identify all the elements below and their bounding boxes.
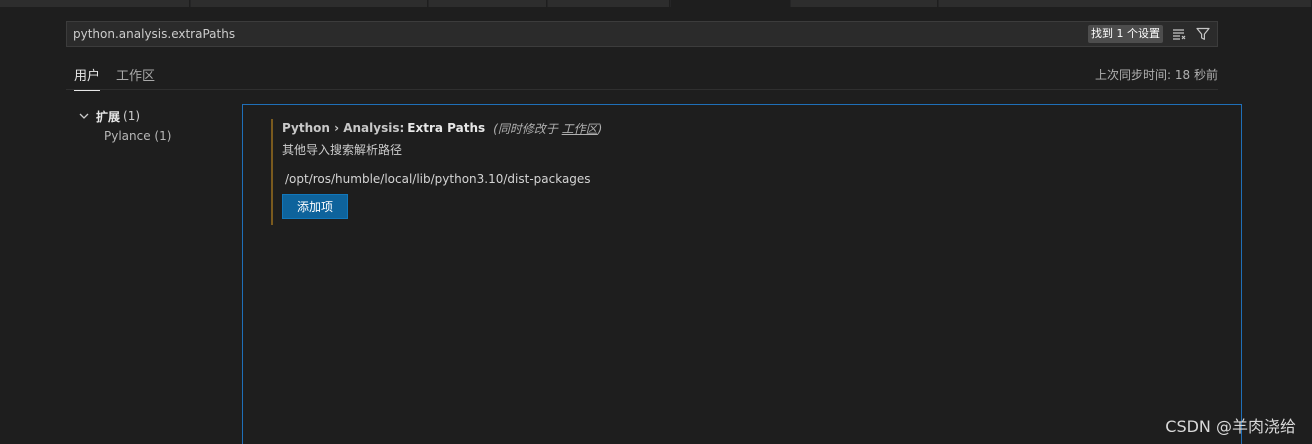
clear-filter-icon[interactable] — [1169, 24, 1189, 44]
toc-item-pylance[interactable]: Pylance (1) — [104, 126, 171, 146]
search-result-count-badge: 找到 1 个设置 — [1088, 25, 1163, 43]
modified-elsewhere-indicator: (同时修改于 工作区) — [493, 120, 602, 137]
toc-group-label: 扩展 — [96, 109, 121, 124]
editor-tab-active[interactable] — [671, 0, 790, 7]
editor-tab[interactable] — [548, 0, 670, 7]
filter-icon[interactable] — [1193, 24, 1213, 44]
setting-description: 其他导入搜索解析路径 — [282, 143, 403, 157]
editor-tab[interactable] — [791, 0, 938, 7]
toc-group-extensions[interactable]: 扩展 (1) — [78, 106, 171, 126]
settings-scope-tabs: 用户 工作区 上次同步时间: 18 秒前 — [66, 58, 1218, 91]
setting-key: Extra Paths — [407, 121, 486, 135]
tab-user[interactable]: 用户 — [74, 65, 101, 91]
toc-group-count: (1) — [123, 109, 141, 123]
modified-suffix: ) — [597, 121, 603, 136]
settings-list-panel: Python › Analysis: Extra Paths (同时修改于 工作… — [242, 104, 1242, 444]
editor-tab[interactable] — [0, 0, 190, 7]
setting-title: Python › Analysis: Extra Paths (同时修改于 工作… — [282, 119, 971, 137]
sync-status: 上次同步时间: 18 秒前 — [1095, 68, 1218, 82]
watermark: CSDN @羊肉浇给 — [1165, 417, 1296, 436]
editor-tab[interactable] — [939, 0, 1312, 7]
setting-item-extra-paths: Python › Analysis: Extra Paths (同时修改于 工作… — [271, 119, 971, 225]
editor-tab-strip — [0, 0, 1312, 7]
settings-search-bar: 找到 1 个设置 — [66, 21, 1218, 47]
add-item-button[interactable]: 添加项 — [282, 194, 349, 219]
tab-workspace[interactable]: 工作区 — [116, 65, 155, 90]
settings-search-input[interactable] — [67, 22, 1088, 46]
editor-tab[interactable] — [429, 0, 547, 7]
editor-tab[interactable] — [191, 0, 428, 7]
list-item[interactable]: /opt/ros/humble/local/lib/python3.10/dis… — [282, 172, 971, 186]
modified-prefix: (同时修改于 — [493, 121, 562, 136]
modified-workspace-link[interactable]: 工作区 — [562, 122, 598, 136]
chevron-down-icon[interactable] — [78, 110, 92, 122]
setting-category: Python › Analysis: — [282, 121, 405, 135]
settings-toc-tree: 扩展 (1) Pylance (1) — [78, 106, 171, 146]
